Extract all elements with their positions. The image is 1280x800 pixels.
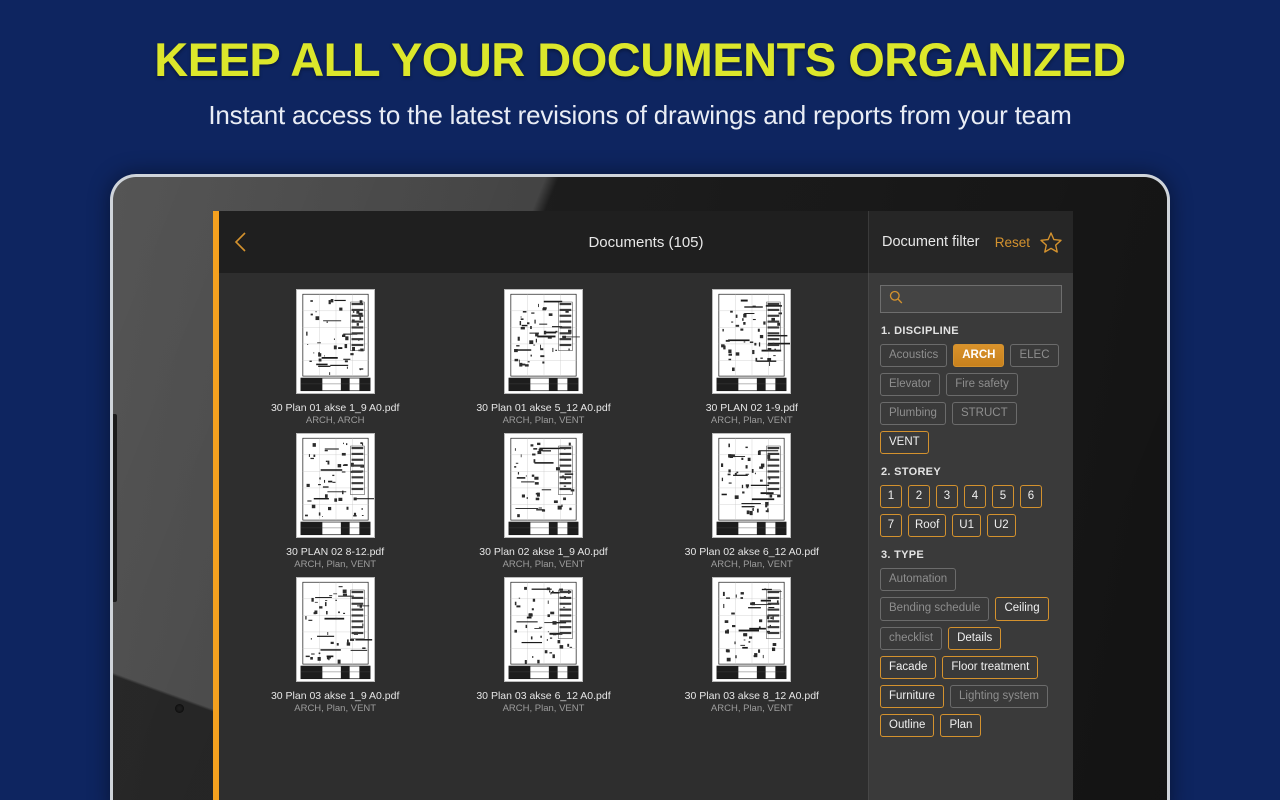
app-topbar: Documents (105) Document filter Reset [219,211,1073,273]
document-tags: ARCH, Plan, VENT [711,415,793,426]
filter-chip-7[interactable]: 7 [880,514,902,537]
document-tags: ARCH, Plan, VENT [294,559,376,570]
document-filename: 30 Plan 02 akse 6_12 A0.pdf [685,546,819,558]
promo-title: KEEP ALL YOUR DOCUMENTS ORGANIZED [0,0,1280,83]
document-filename: 30 PLAN 02 8-12.pdf [286,546,384,558]
document-thumbnail[interactable] [504,577,583,682]
document-filename: 30 Plan 01 akse 1_9 A0.pdf [271,402,399,414]
promo-subtitle: Instant access to the latest revisions o… [0,83,1280,131]
filter-chip-roof[interactable]: Roof [908,514,946,537]
document-tags: ARCH, Plan, VENT [503,559,585,570]
filter-sections: 1. DISCIPLINE Acoustics ARCH ELEC Elevator Fi… [880,325,1062,737]
documents-grid: 30 Plan 01 akse 1_9 A0.pdfARCH, ARCH30 P… [231,289,856,721]
document-filename: 30 Plan 03 akse 6_12 A0.pdf [476,690,610,702]
promo-header: KEEP ALL YOUR DOCUMENTS ORGANIZED Instan… [0,0,1280,168]
documents-grid-panel: 30 Plan 01 akse 1_9 A0.pdfARCH, ARCH30 P… [219,273,868,800]
document-tags: ARCH, Plan, VENT [711,559,793,570]
document-filename: 30 Plan 02 akse 1_9 A0.pdf [479,546,607,558]
filter-chip-details[interactable]: Details [948,627,1001,650]
filter-section-label: 3. TYPE [881,549,1062,561]
document-item[interactable]: 30 PLAN 02 1-9.pdfARCH, Plan, VENT [648,289,856,433]
filter-chip-arch[interactable]: ARCH [953,344,1004,367]
document-item[interactable]: 30 Plan 03 akse 6_12 A0.pdfARCH, Plan, V… [439,577,647,721]
filter-chip-bending-schedule: Bending schedule [880,597,989,620]
device-camera-dot [175,704,184,713]
filter-chip-2[interactable]: 2 [908,485,930,508]
filter-panel-title: Document filter [869,234,980,250]
star-outline-icon[interactable] [1039,231,1063,254]
device-volume-button[interactable] [276,174,324,177]
filter-chip-facade[interactable]: Facade [880,656,936,679]
filter-chip-plumbing: Plumbing [880,402,946,425]
document-thumbnail[interactable] [712,289,791,394]
document-thumbnail[interactable] [296,433,375,538]
document-thumbnail[interactable] [712,577,791,682]
filter-chip-lighting-system: Lighting system [950,685,1048,708]
filter-chip-outline[interactable]: Outline [880,714,934,737]
document-thumbnail[interactable] [712,433,791,538]
reset-filters-button[interactable]: Reset [995,235,1030,250]
search-box[interactable] [880,285,1062,313]
filter-section-label: 1. DISCIPLINE [881,325,1062,337]
filter-chip-group: Acoustics ARCH ELEC Elevator Fire safetyPlum… [880,344,1062,454]
document-filename: 30 Plan 03 akse 8_12 A0.pdf [685,690,819,702]
back-button[interactable] [219,211,261,273]
document-filename: 30 Plan 01 akse 5_12 A0.pdf [476,402,610,414]
document-tags: ARCH, ARCH [306,415,365,426]
filter-chip-5[interactable]: 5 [992,485,1014,508]
document-thumbnail[interactable] [504,289,583,394]
filter-chip-1[interactable]: 1 [880,485,902,508]
app-screen: Documents (105) Document filter Reset 30… [213,211,1073,800]
filter-section-label: 2. STOREY [881,466,1062,478]
document-filename: 30 Plan 03 akse 1_9 A0.pdf [271,690,399,702]
filter-panel-header: Document filter Reset [868,211,1073,273]
filter-chip-u2[interactable]: U2 [987,514,1016,537]
document-filename: 30 PLAN 02 1-9.pdf [706,402,798,414]
filter-chip-acoustics: Acoustics [880,344,947,367]
document-item[interactable]: 30 Plan 01 akse 5_12 A0.pdfARCH, Plan, V… [439,289,647,433]
document-item[interactable]: 30 Plan 02 akse 6_12 A0.pdfARCH, Plan, V… [648,433,856,577]
filter-chip-u1[interactable]: U1 [952,514,981,537]
filter-chip-group: Automation Bending schedule Ceiling checkli… [880,568,1062,736]
search-input[interactable] [910,292,1053,306]
filter-chip-ceiling[interactable]: Ceiling [995,597,1048,620]
tablet-device-frame: Documents (105) Document filter Reset 30… [110,174,1170,800]
filter-chip-furniture[interactable]: Furniture [880,685,944,708]
document-tags: ARCH, Plan, VENT [503,415,585,426]
search-icon [889,290,903,309]
filter-chip-6[interactable]: 6 [1020,485,1042,508]
filter-chip-elevator: Elevator [880,373,940,396]
filter-chip-automation: Automation [880,568,956,591]
app-content: 30 Plan 01 akse 1_9 A0.pdfARCH, ARCH30 P… [219,273,1073,800]
app-body: Documents (105) Document filter Reset 30… [219,211,1073,800]
filter-chip-4[interactable]: 4 [964,485,986,508]
filter-chip-group: 123456 7 Roof U1 U2 [880,485,1062,537]
filter-chip-plan[interactable]: Plan [940,714,981,737]
filter-chip-struct: STRUCT [952,402,1017,425]
filter-chip-elec: ELEC [1010,344,1058,367]
filter-chip-3[interactable]: 3 [936,485,958,508]
document-thumbnail[interactable] [296,289,375,394]
document-item[interactable]: 30 Plan 01 akse 1_9 A0.pdfARCH, ARCH [231,289,439,433]
document-item[interactable]: 30 Plan 03 akse 1_9 A0.pdfARCH, Plan, VE… [231,577,439,721]
document-tags: ARCH, Plan, VENT [503,703,585,714]
document-thumbnail[interactable] [504,433,583,538]
document-item[interactable]: 30 Plan 02 akse 1_9 A0.pdfARCH, Plan, VE… [439,433,647,577]
filter-chip-vent[interactable]: VENT [880,431,929,454]
document-item[interactable]: 30 PLAN 02 8-12.pdfARCH, Plan, VENT [231,433,439,577]
device-power-button[interactable] [356,174,478,177]
document-item[interactable]: 30 Plan 03 akse 8_12 A0.pdfARCH, Plan, V… [648,577,856,721]
document-thumbnail[interactable] [296,577,375,682]
device-side-button[interactable] [112,414,117,602]
filter-chip-fire-safety: Fire safety [946,373,1018,396]
filter-chip-floor-treatment[interactable]: Floor treatment [942,656,1038,679]
document-tags: ARCH, Plan, VENT [711,703,793,714]
document-filter-panel: 1. DISCIPLINE Acoustics ARCH ELEC Elevator Fi… [868,273,1073,800]
filter-chip-checklist: checklist [880,627,942,650]
document-tags: ARCH, Plan, VENT [294,703,376,714]
chevron-left-icon [234,231,247,253]
